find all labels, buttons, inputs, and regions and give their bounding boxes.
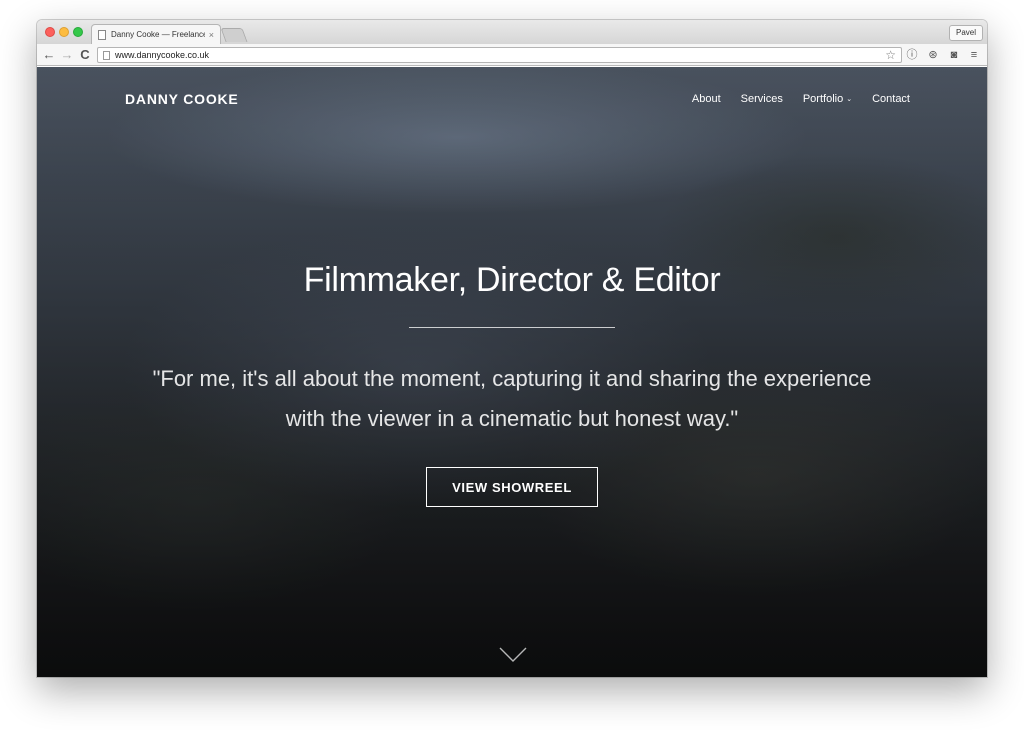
tab-strip: Danny Cooke — Freelance × Pavel bbox=[37, 20, 987, 44]
tab-close-icon[interactable]: × bbox=[209, 30, 214, 40]
tab-title: Danny Cooke — Freelance bbox=[111, 30, 205, 39]
camera-icon[interactable]: ◙ bbox=[947, 47, 961, 63]
minimize-window-button[interactable] bbox=[59, 27, 69, 37]
extension-icon[interactable]: ⊛ bbox=[926, 47, 940, 63]
nav-item-label: Portfolio bbox=[802, 93, 844, 105]
nav-item-label: Contact bbox=[872, 93, 910, 105]
browser-window: Danny Cooke — Freelance × Pavel ← → C ww… bbox=[37, 20, 987, 677]
page-icon bbox=[98, 29, 106, 40]
url-text[interactable]: www.dannycooke.co.uk bbox=[115, 50, 885, 60]
view-showreel-button[interactable]: VIEW SHOWREEL bbox=[426, 467, 598, 507]
hero-divider bbox=[409, 327, 615, 328]
quote-line: "For me, it's all about the moment, capt… bbox=[152, 366, 872, 391]
star-icon[interactable]: ☆ bbox=[885, 48, 896, 62]
main-nav: About Services Portfolio ⌄ Contact bbox=[672, 93, 910, 105]
scroll-down-chevron-icon[interactable] bbox=[499, 647, 527, 663]
nav-item-services[interactable]: Services bbox=[741, 93, 783, 105]
hero-quote: "For me, it's all about the moment, capt… bbox=[97, 359, 927, 439]
new-tab-button[interactable] bbox=[220, 28, 248, 42]
nav-item-portfolio[interactable]: Portfolio ⌄ bbox=[803, 93, 852, 105]
menu-icon[interactable]: ≡ bbox=[967, 47, 981, 63]
browser-toolbar: ← → C www.dannycooke.co.uk ☆ ⓘ ⊛ ◙ ≡ bbox=[37, 44, 987, 66]
zoom-window-button[interactable] bbox=[73, 27, 83, 37]
nav-item-contact[interactable]: Contact bbox=[872, 93, 910, 105]
page-icon bbox=[103, 50, 110, 60]
info-icon[interactable]: ⓘ bbox=[905, 47, 919, 63]
forward-arrow-icon[interactable]: → bbox=[59, 46, 75, 64]
hero-section: DANNY COOKE About Services Portfolio ⌄ C… bbox=[37, 67, 987, 677]
reload-icon[interactable]: C bbox=[77, 46, 93, 64]
nav-item-about[interactable]: About bbox=[692, 93, 721, 105]
quote-line: with the viewer in a cinematic but hones… bbox=[285, 406, 739, 431]
hero-headline: Filmmaker, Director & Editor bbox=[303, 261, 721, 299]
site-logo[interactable]: DANNY COOKE bbox=[125, 91, 239, 107]
back-arrow-icon[interactable]: ← bbox=[41, 46, 57, 64]
chevron-down-icon: ⌄ bbox=[846, 96, 853, 103]
nav-item-label: About bbox=[691, 93, 721, 105]
nav-item-label: Services bbox=[740, 93, 783, 105]
profile-button[interactable]: Pavel bbox=[948, 25, 983, 41]
browser-tab[interactable]: Danny Cooke — Freelance × bbox=[91, 24, 221, 44]
close-window-button[interactable] bbox=[45, 27, 55, 37]
address-bar[interactable]: www.dannycooke.co.uk ☆ bbox=[97, 47, 902, 63]
